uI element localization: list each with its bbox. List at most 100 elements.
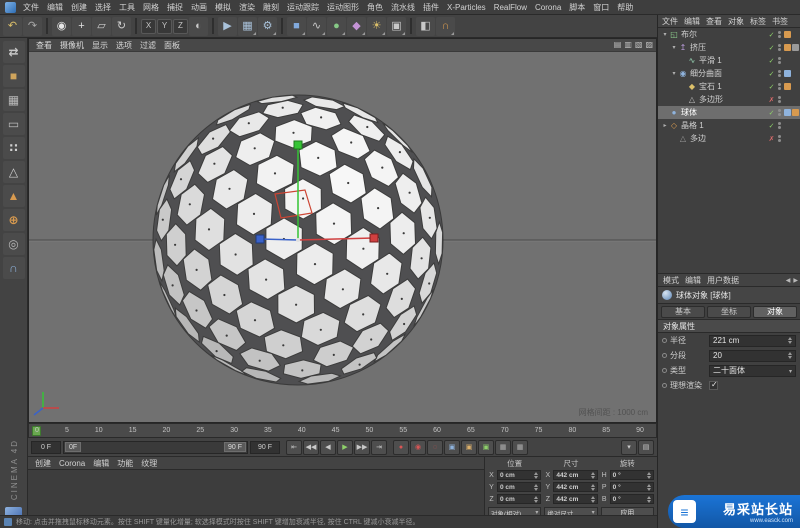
coordinate-field[interactable]: 0 cm xyxy=(497,494,541,504)
menubar-item[interactable]: 脚本 xyxy=(565,2,589,13)
object-manager-menu-item[interactable]: 编辑 xyxy=(681,16,703,27)
object-manager-menu-item[interactable]: 对象 xyxy=(725,16,747,27)
snap-toggle-icon[interactable]: ∩ xyxy=(3,257,25,279)
edges-mode-icon[interactable]: △ xyxy=(3,161,25,183)
expand-arrow-icon[interactable]: ▾ xyxy=(661,31,669,38)
object-icon[interactable]: ● xyxy=(669,108,679,117)
coord-system-icon[interactable]: ◐ xyxy=(189,17,208,36)
viewport-canvas[interactable] xyxy=(29,52,656,422)
menubar-item[interactable]: 渲染 xyxy=(235,2,259,13)
stepper-arrows-icon[interactable] xyxy=(534,496,538,503)
visibility-dots-icon[interactable] xyxy=(778,122,781,129)
timeline-ruler[interactable]: 051015202530354045505560657075808590 xyxy=(28,423,657,438)
object-icon[interactable]: ∿ xyxy=(687,56,697,65)
enabled-check-icon[interactable]: ✓ xyxy=(767,44,776,52)
tag-icon[interactable] xyxy=(784,57,791,64)
texture-mode-icon[interactable]: ▦ xyxy=(3,89,25,111)
redo-icon[interactable]: ↷ xyxy=(23,17,42,36)
toolbar-separator[interactable] xyxy=(410,18,412,34)
coordinate-field[interactable]: 0 cm xyxy=(497,470,541,480)
keyframe-selection-button[interactable]: ◌ xyxy=(427,440,443,455)
enabled-check-icon[interactable]: ✓ xyxy=(767,83,776,91)
stepper-arrows-icon[interactable] xyxy=(647,496,651,503)
enabled-check-icon[interactable]: ✗ xyxy=(767,96,776,104)
render-settings-icon[interactable]: ⚙ xyxy=(258,17,277,36)
viewport-menu-item[interactable]: 显示 xyxy=(88,40,112,51)
checkbox[interactable] xyxy=(709,381,718,390)
menubar-item[interactable]: 选择 xyxy=(91,2,115,13)
viewport-solo-icon[interactable]: ◎ xyxy=(3,233,25,255)
enabled-check-icon[interactable]: ✓ xyxy=(767,31,776,39)
menubar-item[interactable]: 流水线 xyxy=(387,2,419,13)
menubar-item[interactable]: 创建 xyxy=(67,2,91,13)
powerslider-icon[interactable]: ▤ xyxy=(638,440,654,455)
material-menu-item[interactable]: Corona xyxy=(55,459,89,468)
range-start-handle[interactable]: 0F xyxy=(65,442,81,452)
record-scale-button[interactable]: ▣ xyxy=(461,440,477,455)
camera-icon[interactable]: ▣ xyxy=(387,17,406,36)
material-menu-item[interactable]: 创建 xyxy=(31,458,55,469)
autokey-button[interactable]: ◉ xyxy=(410,440,426,455)
stepper-arrows-icon[interactable] xyxy=(788,337,792,344)
object-manager-menu-item[interactable]: 标签 xyxy=(747,16,769,27)
record-keyframe-button[interactable]: ● xyxy=(393,440,409,455)
record-pla-button[interactable]: ▦ xyxy=(512,440,528,455)
live-selection-icon[interactable]: ◉ xyxy=(52,17,71,36)
visibility-dots-icon[interactable] xyxy=(778,57,781,64)
tag-icon[interactable] xyxy=(792,83,799,90)
keyframe-dot-icon[interactable] xyxy=(662,368,667,373)
object-icon[interactable]: ◇ xyxy=(669,121,679,130)
keyframe-dot-icon[interactable] xyxy=(662,383,667,388)
coordinate-field[interactable]: 0 ° xyxy=(610,470,654,480)
menubar-item[interactable]: 模拟 xyxy=(211,2,235,13)
scale-icon[interactable]: ▱ xyxy=(92,17,111,36)
tag-icon[interactable] xyxy=(784,109,791,116)
toolbar-separator[interactable] xyxy=(135,18,137,34)
tag-icon[interactable] xyxy=(792,57,799,64)
tag-icon[interactable] xyxy=(784,122,791,129)
viewport-maximize-icon[interactable]: ▨ xyxy=(645,41,653,49)
snap-icon[interactable]: ∩ xyxy=(436,17,455,36)
enable-axis-icon[interactable]: ⊕ xyxy=(3,209,25,231)
menubar-item[interactable]: X-Particles xyxy=(443,3,490,12)
stepper-arrows-icon[interactable] xyxy=(788,352,792,359)
cube-primitive-icon[interactable]: ■ xyxy=(287,17,306,36)
viewport-menu-item[interactable]: 查看 xyxy=(32,40,56,51)
history-forward-icon[interactable]: ▶ xyxy=(793,277,798,284)
tag-icon[interactable] xyxy=(792,122,799,129)
attribute-menu-item[interactable]: 用户数据 xyxy=(704,275,742,286)
enabled-check-icon[interactable]: ✓ xyxy=(767,70,776,78)
tag-icon[interactable] xyxy=(784,96,791,103)
menubar-item[interactable]: 运动图形 xyxy=(323,2,363,13)
render-view-icon[interactable]: ▶ xyxy=(218,17,237,36)
points-mode-icon[interactable]: ∷ xyxy=(3,137,25,159)
stepper-arrows-icon[interactable] xyxy=(534,484,538,491)
material-menu-item[interactable]: 纹理 xyxy=(137,458,161,469)
tree-item[interactable]: ● 球体 ✓ xyxy=(658,106,800,119)
coordinate-field[interactable]: 0 cm xyxy=(497,482,541,492)
menubar-item[interactable]: 动画 xyxy=(187,2,211,13)
object-icon[interactable]: ↥ xyxy=(678,43,688,52)
object-icon[interactable]: ◉ xyxy=(678,69,688,78)
tag-icon[interactable] xyxy=(784,135,791,142)
viewport-menu-item[interactable]: 摄像机 xyxy=(56,40,88,51)
enabled-check-icon[interactable]: ✓ xyxy=(767,57,776,65)
material-menu-item[interactable]: 功能 xyxy=(113,458,137,469)
tag-icon[interactable] xyxy=(792,96,799,103)
tag-icon[interactable] xyxy=(792,70,799,77)
tree-item[interactable]: △ 多边形 ✗ xyxy=(658,93,800,106)
display-mode-icon[interactable]: ◧ xyxy=(416,17,435,36)
expand-arrow-icon[interactable]: ▸ xyxy=(661,122,669,129)
c4d-logo-icon[interactable] xyxy=(5,2,16,13)
keyframe-dot-icon[interactable] xyxy=(662,353,667,358)
visibility-dots-icon[interactable] xyxy=(778,96,781,103)
history-back-icon[interactable]: ◀ xyxy=(786,277,791,284)
coordinate-field[interactable]: 0 ° xyxy=(610,494,654,504)
x-axis-button[interactable]: X xyxy=(141,19,156,34)
tag-icon[interactable] xyxy=(784,44,791,51)
object-icon[interactable]: △ xyxy=(678,134,688,143)
goto-start-button[interactable]: ⇤ xyxy=(286,440,302,455)
stepper-arrows-icon[interactable] xyxy=(591,472,595,479)
tree-item[interactable]: △ 多边 ✗ xyxy=(658,132,800,145)
coordinate-field[interactable]: 442 cm xyxy=(553,494,597,504)
